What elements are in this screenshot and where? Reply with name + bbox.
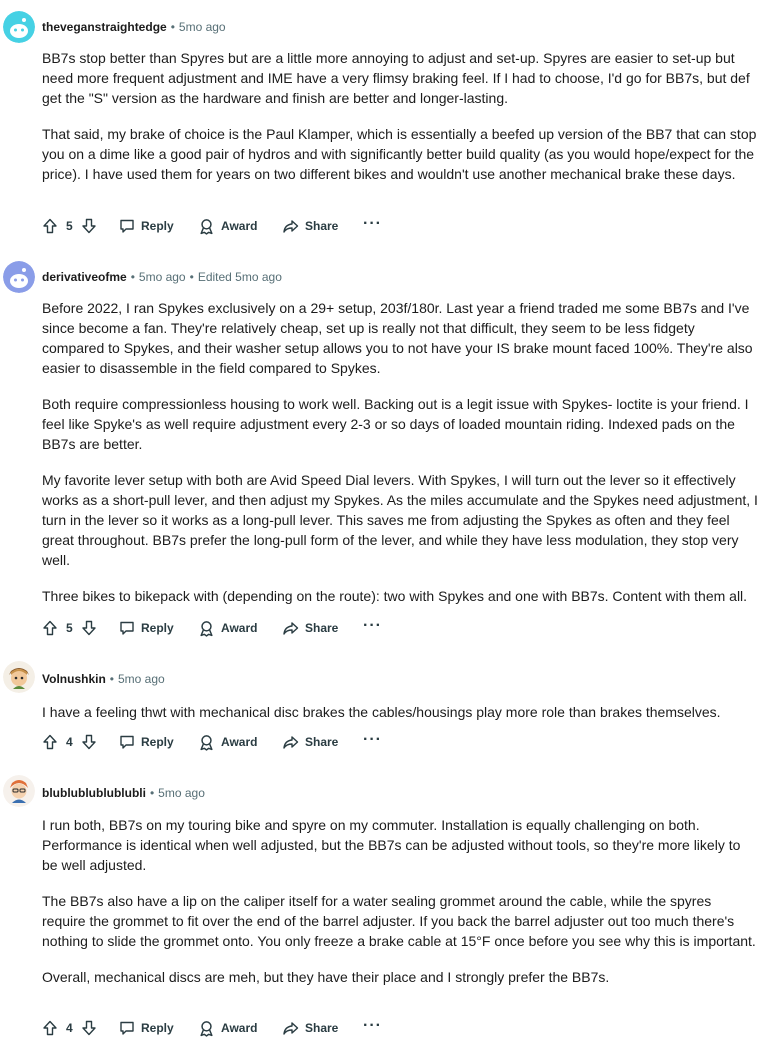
award-label: Award <box>221 735 258 749</box>
comment-paragraph: Three bikes to bikepack with (depending … <box>42 588 748 604</box>
award-icon <box>200 1020 213 1037</box>
upvote-icon <box>43 218 57 234</box>
avatar[interactable] <box>3 661 35 693</box>
timestamp[interactable]: 5mo ago <box>179 20 226 34</box>
reply-button[interactable]: Reply <box>119 616 174 640</box>
award-label: Award <box>221 219 258 233</box>
upvote-icon <box>43 1020 57 1036</box>
upvote-button[interactable] <box>42 214 58 238</box>
downvote-button[interactable] <box>81 1016 97 1040</box>
award-button[interactable]: Award <box>198 730 257 754</box>
reply-label: Reply <box>141 1021 174 1035</box>
comment-paragraph: BB7s stop better than Spyres but are a l… <box>42 50 750 106</box>
award-icon <box>200 620 213 637</box>
username[interactable]: Volnushkin <box>42 672 106 686</box>
comment-meta: blublublublublubli • 5mo ago <box>42 786 205 800</box>
share-label: Share <box>305 1021 339 1035</box>
upvote-button[interactable] <box>42 730 58 754</box>
snoo-avatar-icon <box>3 11 35 43</box>
username[interactable]: blublublublublubli <box>42 786 146 800</box>
share-label: Share <box>305 219 339 233</box>
reply-label: Reply <box>141 621 174 635</box>
upvote-icon <box>43 734 57 750</box>
downvote-button[interactable] <box>81 616 97 640</box>
award-button[interactable]: Award <box>198 214 257 238</box>
avatar[interactable] <box>3 11 35 43</box>
comment-meta: theveganstraightedge • 5mo ago <box>42 20 226 34</box>
timestamp[interactable]: 5mo ago <box>139 270 186 284</box>
comment-meta: derivativeofme • 5mo ago • Edited 5mo ago <box>42 270 282 284</box>
comment-paragraph: My favorite lever setup with both are Av… <box>42 472 758 568</box>
reply-button[interactable]: Reply <box>119 214 174 238</box>
share-button[interactable]: Share <box>282 730 338 754</box>
award-icon <box>200 734 213 751</box>
downvote-icon <box>82 734 96 750</box>
comment-bubble-icon <box>120 735 134 749</box>
username[interactable]: theveganstraightedge <box>42 20 167 34</box>
downvote-icon <box>82 620 96 636</box>
comment-bubble-icon <box>120 1021 134 1035</box>
avatar[interactable] <box>3 261 35 293</box>
award-label: Award <box>221 1021 258 1035</box>
award-icon <box>200 218 213 235</box>
comment-bubble-icon <box>120 219 134 233</box>
custom-avatar-icon <box>3 775 35 807</box>
award-button[interactable]: Award <box>198 1016 257 1040</box>
upvote-button[interactable] <box>42 616 58 640</box>
timestamp[interactable]: 5mo ago <box>158 786 205 800</box>
share-button[interactable]: Share <box>282 214 338 238</box>
share-label: Share <box>305 621 339 635</box>
timestamp[interactable]: 5mo ago <box>118 672 165 686</box>
share-icon <box>283 1022 299 1035</box>
username[interactable]: derivativeofme <box>42 270 127 284</box>
more-options-icon[interactable]: ··· <box>363 214 382 238</box>
share-button[interactable]: Share <box>282 1016 338 1040</box>
snoo-avatar-icon <box>3 261 35 293</box>
reply-button[interactable]: Reply <box>119 730 174 754</box>
comment-meta: Volnushkin • 5mo ago <box>42 672 165 686</box>
upvote-icon <box>43 620 57 636</box>
vote-count: 4 <box>66 735 73 749</box>
comment-body: BB7s stop better than Spyres but are a l… <box>42 48 758 200</box>
more-options-icon[interactable]: ··· <box>363 730 382 754</box>
share-button[interactable]: Share <box>282 616 338 640</box>
avatar[interactable] <box>3 775 35 807</box>
comment-body: I run both, BB7s on my touring bike and … <box>42 815 758 1003</box>
more-options-icon[interactable]: ··· <box>363 616 382 640</box>
comment-paragraph: I have a feeling thwt with mechanical di… <box>42 704 721 720</box>
reply-button[interactable]: Reply <box>119 1016 174 1040</box>
share-icon <box>283 736 299 749</box>
vote-count: 5 <box>66 621 73 635</box>
downvote-icon <box>82 1020 96 1036</box>
more-options-icon[interactable]: ··· <box>363 1016 382 1040</box>
comment-bubble-icon <box>120 621 134 635</box>
comment-paragraph: I run both, BB7s on my touring bike and … <box>42 817 741 873</box>
share-label: Share <box>305 735 339 749</box>
downvote-icon <box>82 218 96 234</box>
comment-paragraph: Both require compressionless housing to … <box>42 396 749 452</box>
vote-count: 4 <box>66 1021 73 1035</box>
custom-avatar-icon <box>3 661 35 693</box>
edited-label: Edited 5mo ago <box>197 270 282 284</box>
comment-paragraph: Before 2022, I ran Spykes exclusively on… <box>42 300 753 376</box>
reply-label: Reply <box>141 735 174 749</box>
vote-count: 5 <box>66 219 73 233</box>
comment-body: Before 2022, I ran Spykes exclusively on… <box>42 298 758 622</box>
reply-label: Reply <box>141 219 174 233</box>
comment-paragraph: The BB7s also have a lip on the caliper … <box>42 893 756 949</box>
upvote-button[interactable] <box>42 1016 58 1040</box>
comment-paragraph: That said, my brake of choice is the Pau… <box>42 126 757 182</box>
comment-paragraph: Overall, mechanical discs are meh, but t… <box>42 969 610 985</box>
award-button[interactable]: Award <box>198 616 257 640</box>
share-icon <box>283 220 299 233</box>
share-icon <box>283 622 299 635</box>
downvote-button[interactable] <box>81 214 97 238</box>
downvote-button[interactable] <box>81 730 97 754</box>
award-label: Award <box>221 621 258 635</box>
